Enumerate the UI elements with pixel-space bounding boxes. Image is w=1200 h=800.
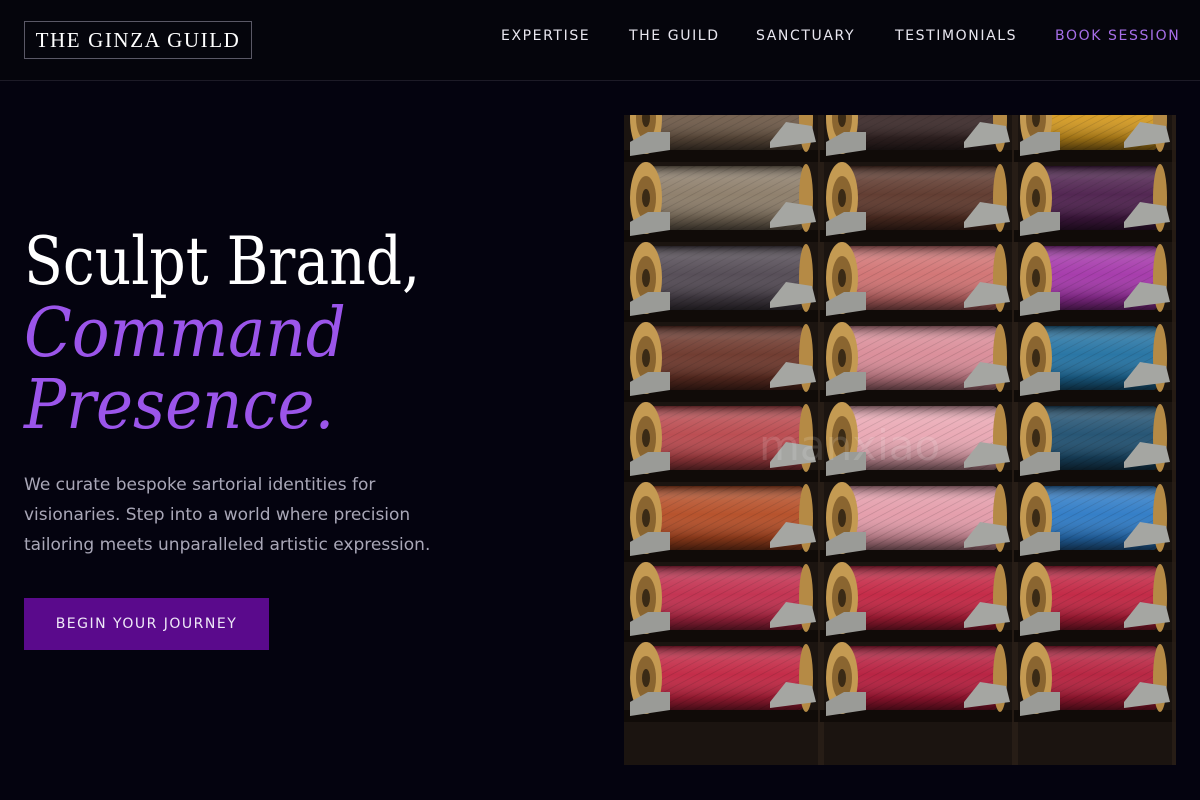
nav-item-expertise[interactable]: EXPERTISE [501, 28, 590, 44]
nav-item-the-guild[interactable]: THE GUILD [629, 28, 720, 44]
hero-description: We curate bespoke sartorial identities f… [24, 475, 431, 555]
begin-journey-button[interactable]: BEGIN YOUR JOURNEY [24, 598, 269, 650]
site-logo[interactable]: THE GINZA GUILD [24, 21, 252, 59]
hero-image-thread-spools: manxiao [624, 115, 1176, 765]
nav-item-testimonials[interactable]: TESTIMONIALS [895, 28, 1017, 44]
headline-line-3: Presence. [24, 366, 335, 445]
site-header: THE GINZA GUILD EXPERTISE THE GUILD SANC… [0, 0, 1200, 81]
headline-line-1: Sculpt Brand, [24, 223, 421, 300]
hero-headline: Sculpt Brand, Command Presence. [24, 226, 584, 442]
nav-item-book-session[interactable]: BOOK SESSION [1055, 28, 1180, 44]
watermark-layer: manxiao [759, 421, 940, 470]
nav-item-sanctuary[interactable]: SANCTUARY [756, 28, 855, 44]
image-watermark: manxiao [759, 421, 940, 470]
headline-line-2: Command [24, 294, 346, 373]
